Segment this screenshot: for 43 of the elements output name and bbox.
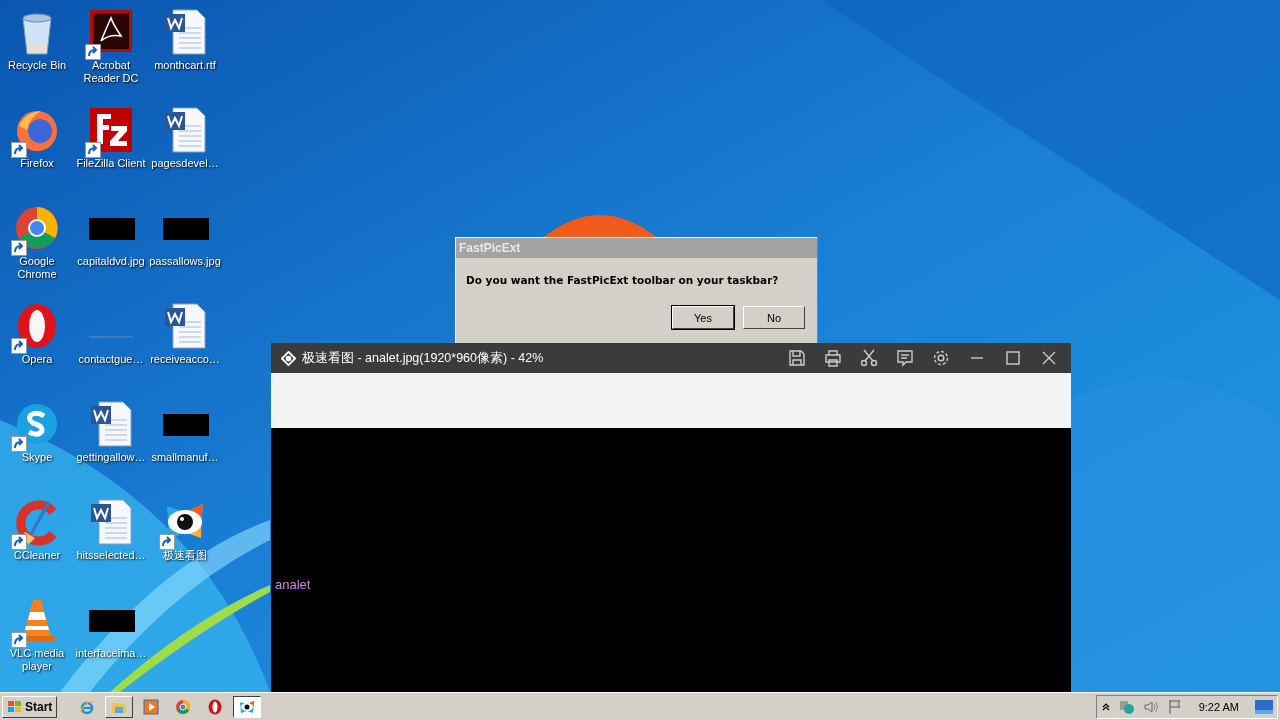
settings-icon[interactable] <box>931 348 951 368</box>
image-caption: analet <box>275 577 311 592</box>
internet-explorer-icon <box>79 698 96 715</box>
play-icon <box>143 698 160 715</box>
print-icon[interactable] <box>823 348 843 368</box>
desktop-icon-label[interactable]: Acrobat Reader DC <box>74 59 148 85</box>
scissors-icon[interactable] <box>859 348 879 368</box>
desktop-icon-label[interactable]: gettingallow… <box>74 451 148 464</box>
desktop-icon-label[interactable]: Opera <box>0 353 74 366</box>
dialog-title: FastPicExt <box>456 238 817 258</box>
save-icon[interactable] <box>787 348 807 368</box>
windows-logo-icon <box>7 698 23 715</box>
chevron-icon[interactable] <box>1100 702 1111 711</box>
show-desktop-icon[interactable] <box>1255 699 1273 714</box>
window-title: 极速看图 - analet.jpg(1920*960像素) - 42% <box>302 349 544 367</box>
desktop-icon-label[interactable]: contactgue… <box>74 353 148 366</box>
filezilla-icon <box>87 106 135 154</box>
dialog-button[interactable]: No <box>743 306 805 329</box>
desktop-icon-label[interactable]: capitaldvd.jpg <box>74 255 148 268</box>
eye-logo-icon <box>239 698 256 715</box>
opera-icon <box>207 698 224 715</box>
desktop-icon-label[interactable]: FileZilla Client <box>74 157 148 170</box>
chrome-icon <box>175 698 192 715</box>
taskbar-button[interactable] <box>233 695 262 718</box>
desktop-icon-label[interactable]: smallmanuf… <box>148 451 222 464</box>
desktop-icon-label[interactable]: Firefox <box>0 157 74 170</box>
desktop-icon-label[interactable]: receiveacco… <box>148 353 222 366</box>
desktop-icon-label[interactable]: monthcart.rtf <box>148 59 222 72</box>
desktop-icon-label[interactable]: passallows.jpg <box>148 255 222 268</box>
flag-icon[interactable] <box>1166 698 1183 715</box>
clock[interactable]: 9:22 AM <box>1198 700 1239 713</box>
desktop-icon-label[interactable]: pagesdevel… <box>148 157 222 170</box>
comment-icon[interactable] <box>895 348 915 368</box>
desktop-icon-label[interactable]: Skype <box>0 451 74 464</box>
app-icon <box>281 350 296 366</box>
desktop-icon-label[interactable]: Recycle Bin <box>0 59 74 72</box>
start-button[interactable]: Start <box>2 695 58 718</box>
desktop-icon-label[interactable]: Google Chrome <box>0 255 74 281</box>
dialog-message: Do you want the FastPicExt toolbar on your taskbar? <box>465 273 780 286</box>
maximize-icon[interactable] <box>1003 348 1023 368</box>
chrome-icon <box>13 204 61 252</box>
desktop-icon-label[interactable]: CCleaner <box>0 549 74 562</box>
dialog-button[interactable]: Yes <box>672 306 734 329</box>
